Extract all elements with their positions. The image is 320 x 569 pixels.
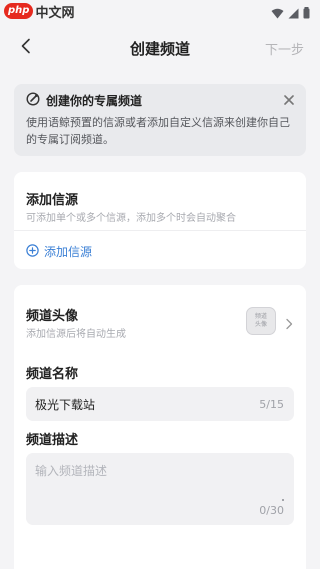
- sources-card: 添加信源 可添加单个或多个信源，添加多个时会自动聚合 添加信源: [14, 172, 306, 269]
- channel-description-placeholder: 输入频道描述: [35, 464, 108, 478]
- resize-handle-icon: [282, 499, 284, 501]
- plus-circle-icon: [26, 242, 39, 261]
- notice-title: 创建你的专属频道: [46, 93, 143, 108]
- close-icon: [284, 90, 294, 109]
- channel-description-counter: 0/30: [259, 504, 284, 517]
- wifi-icon: [271, 4, 284, 23]
- chevron-right-icon[interactable]: [284, 315, 294, 330]
- divider: [14, 230, 306, 231]
- channel-name-value: 极光下载站: [35, 398, 96, 412]
- channel-name-label: 频道名称: [26, 367, 79, 382]
- watermark-logo: php 中文网: [4, 2, 75, 21]
- avatar-title: 频道头像: [26, 309, 79, 324]
- add-source-button[interactable]: 添加信源: [26, 242, 92, 261]
- sources-title: 添加信源: [26, 193, 79, 208]
- avatar-placeholder[interactable]: 频道 头像: [246, 307, 276, 335]
- channel-description-label: 频道描述: [26, 433, 79, 448]
- nav-bar: 创建频道 下一步: [0, 30, 320, 66]
- intro-notice: 创建你的专属频道 使用语鲸预置的信源或者添加自定义信源来创建你自己的专属订阅频道…: [14, 84, 306, 156]
- avatar-placeholder-line1: 频道: [254, 313, 267, 320]
- channel-description-input[interactable]: 输入频道描述 0/30: [26, 453, 294, 525]
- rocket-badge-icon: [26, 91, 40, 110]
- sources-subtitle: 可添加单个或多个信源，添加多个时会自动聚合: [26, 213, 236, 224]
- status-bar: php 中文网: [0, 0, 320, 22]
- add-source-label: 添加信源: [44, 245, 93, 259]
- channel-name-input[interactable]: 极光下载站 5/15: [26, 387, 294, 421]
- battery-icon: [303, 4, 310, 23]
- channel-card: 频道头像 添加信源后将自动生成 频道 头像 频道名称 极光下载站 5/15 频道…: [14, 285, 306, 569]
- notice-close-button[interactable]: [282, 92, 296, 106]
- notice-body: 使用语鲸预置的信源或者添加自定义信源来创建你自己的专属订阅频道。: [26, 116, 290, 146]
- channel-name-counter: 5/15: [259, 398, 284, 411]
- next-step-button[interactable]: 下一步: [265, 39, 304, 58]
- watermark-badge: php: [4, 3, 34, 19]
- watermark-text: 中文网: [35, 5, 75, 21]
- avatar-placeholder-line2: 头像: [254, 321, 267, 328]
- status-icons: [271, 4, 310, 23]
- cellular-signal-icon: [288, 4, 299, 23]
- avatar-subtitle: 添加信源后将自动生成: [26, 329, 126, 340]
